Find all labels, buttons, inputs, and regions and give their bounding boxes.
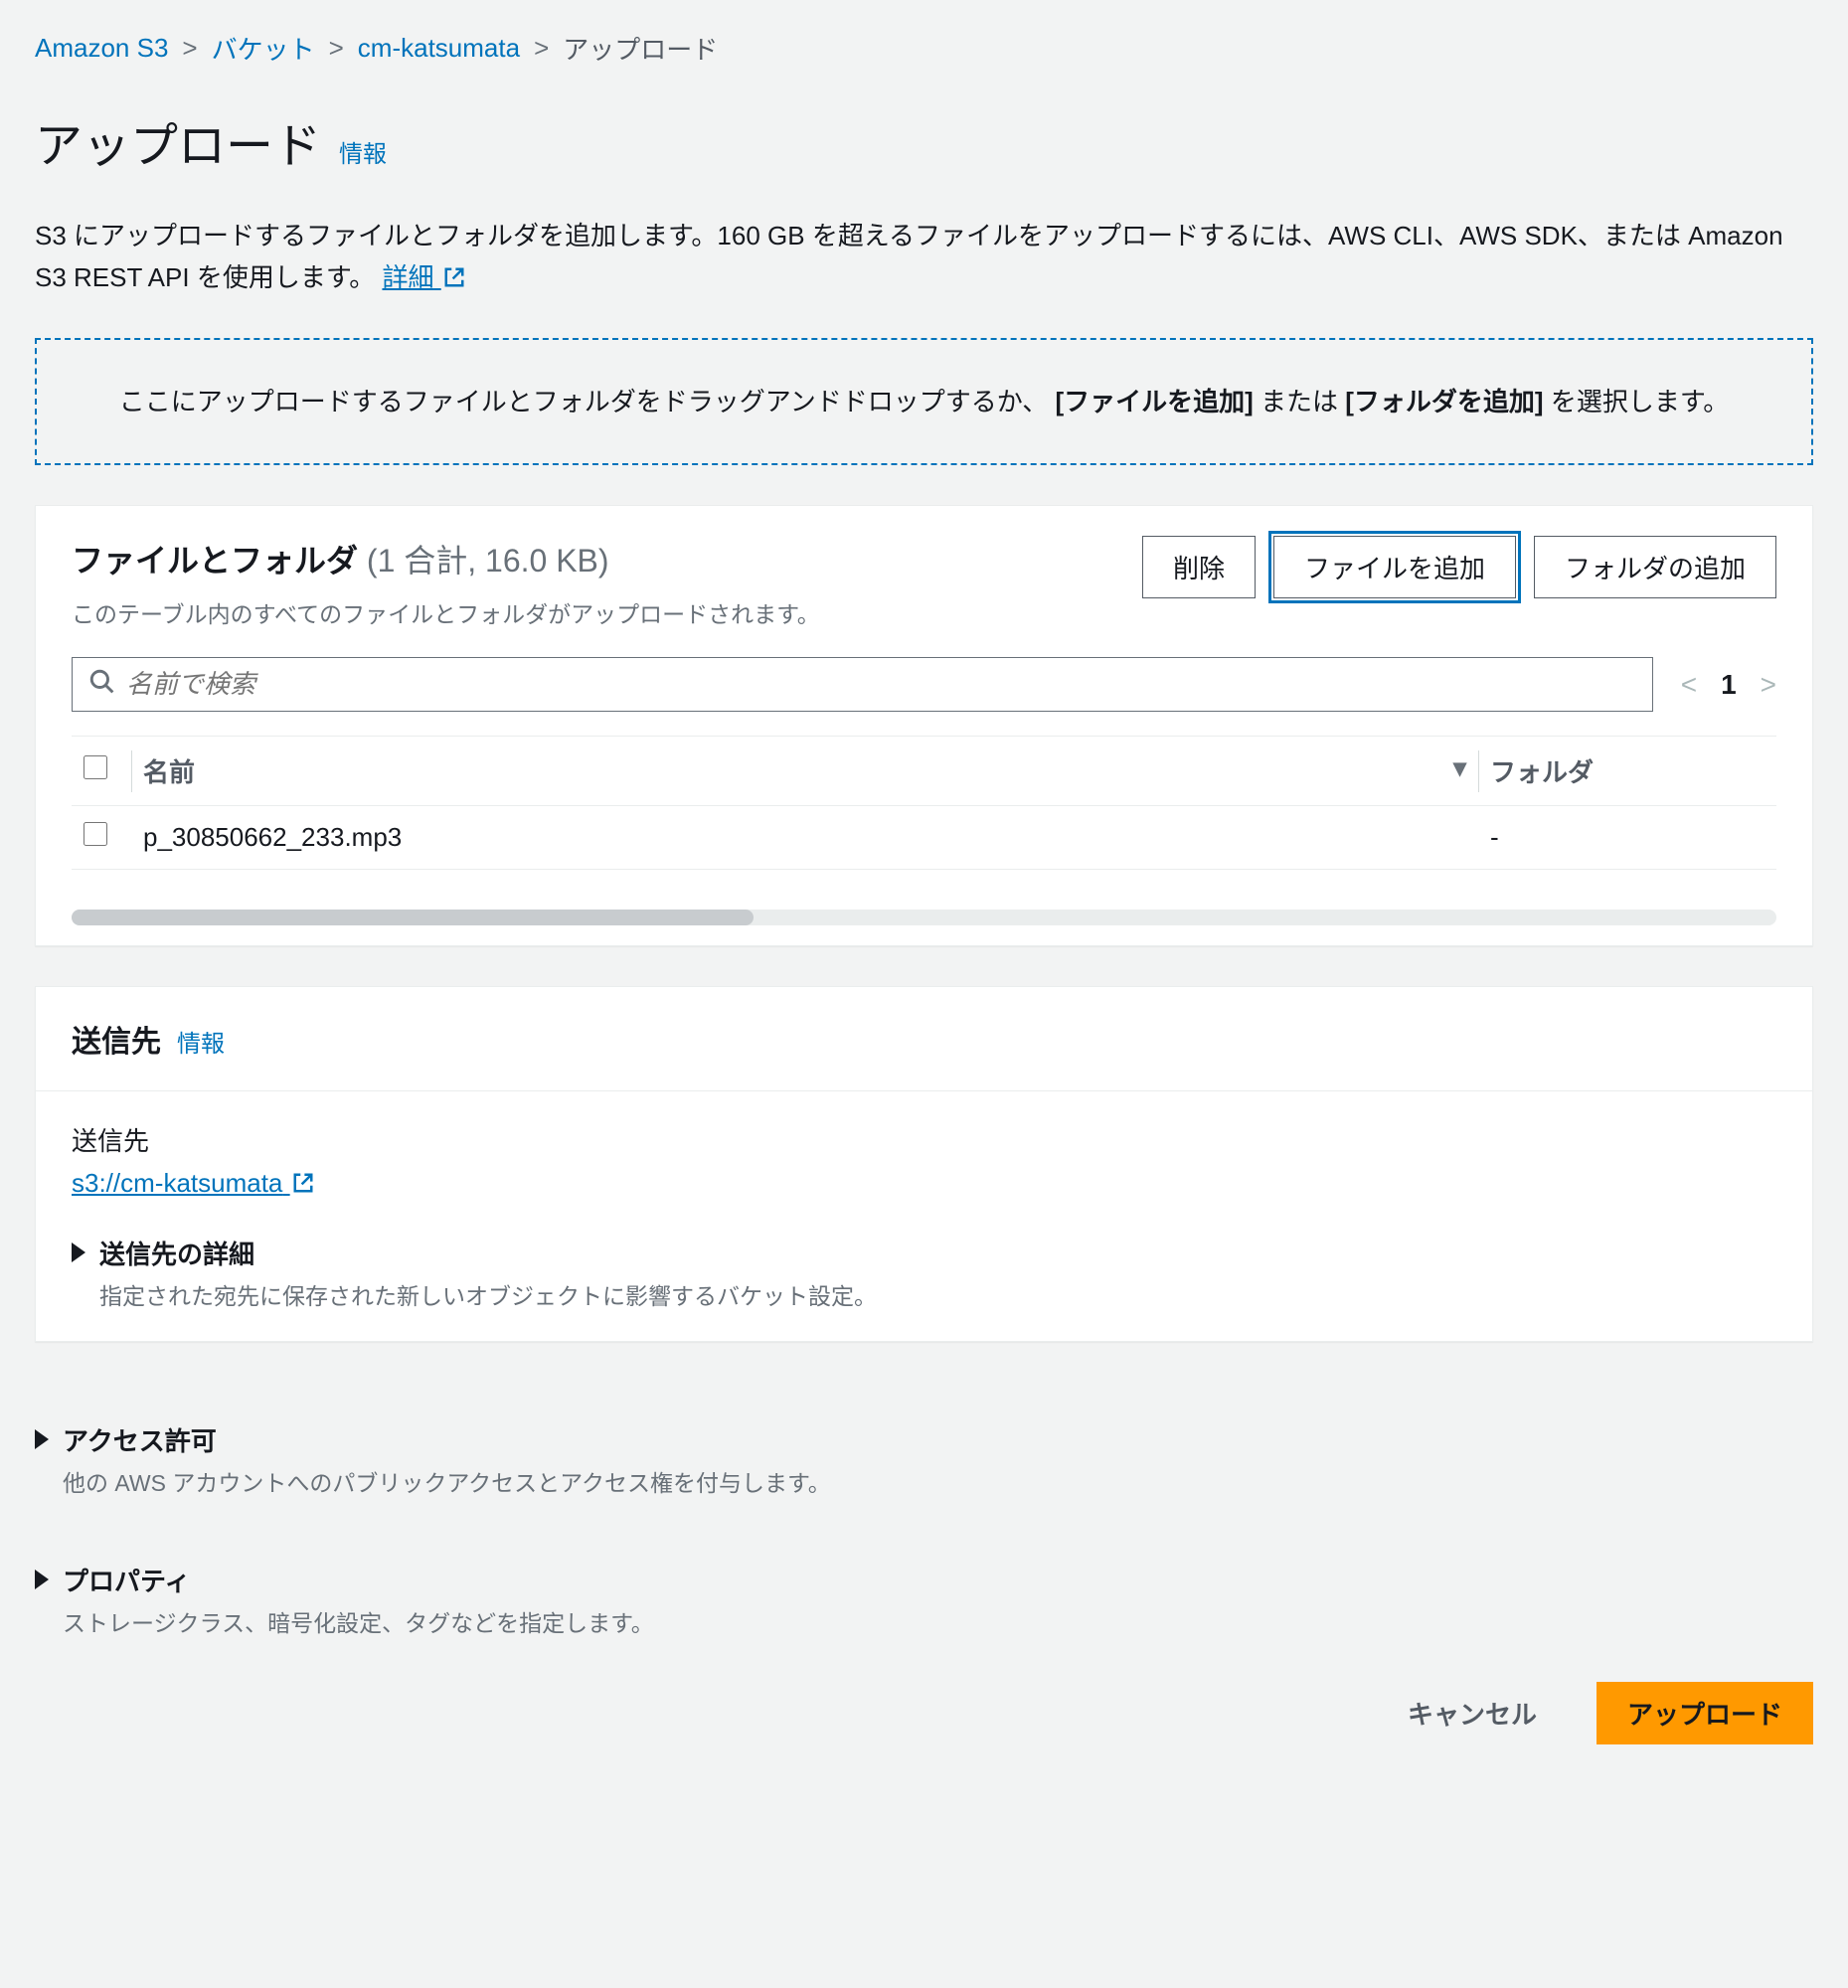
external-link-icon	[292, 1170, 314, 1192]
add-folder-button[interactable]: フォルダの追加	[1534, 536, 1776, 598]
row-name: p_30850662_233.mp3	[131, 806, 1478, 870]
breadcrumb-current: アップロード	[563, 30, 718, 67]
footer-actions: キャンセル アップロード	[35, 1682, 1813, 1744]
cancel-button[interactable]: キャンセル	[1378, 1683, 1567, 1743]
breadcrumb-link-bucket[interactable]: cm-katsumata	[358, 33, 520, 64]
pager: < 1 >	[1681, 669, 1776, 701]
horizontal-scrollbar[interactable]	[72, 910, 1776, 925]
learn-more-link[interactable]: 詳細	[382, 262, 464, 292]
table-row: p_30850662_233.mp3 -	[72, 806, 1776, 870]
page-title: アップロード	[35, 106, 321, 176]
column-name[interactable]: 名前 ▾	[131, 737, 1478, 806]
access-section: アクセス許可 他の AWS アカウントへのパブリックアクセスとアクセス権を付与し…	[35, 1382, 1813, 1502]
learn-more-label: 詳細	[382, 262, 433, 292]
files-title-text: ファイルとフォルダ	[72, 543, 358, 579]
page-number: 1	[1721, 669, 1737, 701]
next-page-icon[interactable]: >	[1761, 669, 1776, 701]
breadcrumb-link-buckets[interactable]: バケット	[212, 30, 315, 67]
destination-label: 送信先	[72, 1121, 1776, 1158]
caret-right-icon	[35, 1570, 49, 1589]
dropzone-mid: または	[1260, 387, 1345, 416]
chevron-right-icon: >	[534, 33, 549, 64]
destination-title: 送信先	[72, 1017, 161, 1061]
info-link[interactable]: 情報	[339, 134, 387, 169]
breadcrumb: Amazon S3 > バケット > cm-katsumata > アップロード	[35, 30, 1813, 67]
caret-right-icon	[35, 1429, 49, 1449]
destination-details-title: 送信先の詳細	[99, 1235, 877, 1271]
col-name-label: 名前	[143, 757, 195, 787]
files-count: (1 合計, 16.0 KB)	[367, 543, 609, 579]
row-checkbox[interactable]	[84, 822, 107, 846]
dropzone-suffix: を選択します。	[1551, 387, 1729, 416]
select-all-header	[72, 737, 131, 806]
destination-panel: 送信先 情報 送信先 s3://cm-katsumata 送信先の詳細 指定され…	[35, 986, 1813, 1342]
row-folder: -	[1478, 806, 1776, 870]
access-desc: 他の AWS アカウントへのパブリックアクセスとアクセス権を付与します。	[63, 1464, 831, 1498]
files-panel: ファイルとフォルダ (1 合計, 16.0 KB) このテーブル内のすべてのファ…	[35, 505, 1813, 946]
external-link-icon	[443, 259, 465, 281]
destination-details-desc: 指定された宛先に保存された新しいオブジェクトに影響するバケット設定。	[99, 1277, 877, 1311]
properties-title: プロパティ	[63, 1562, 654, 1598]
destination-uri: s3://cm-katsumata	[72, 1168, 282, 1198]
dropzone-bold-addfolder: [フォルダを追加]	[1345, 387, 1543, 416]
prev-page-icon[interactable]: <	[1681, 669, 1697, 701]
access-title: アクセス許可	[63, 1421, 831, 1458]
sort-icon: ▾	[1453, 752, 1466, 783]
files-table: 名前 ▾ フォルダ p_30850662_233.mp3 -	[72, 736, 1776, 870]
files-panel-title: ファイルとフォルダ (1 合計, 16.0 KB)	[72, 536, 820, 581]
delete-button[interactable]: 削除	[1142, 536, 1256, 598]
add-file-button[interactable]: ファイルを追加	[1273, 536, 1516, 598]
properties-section: プロパティ ストレージクラス、暗号化設定、タグなどを指定します。	[35, 1522, 1813, 1642]
access-toggle[interactable]: アクセス許可 他の AWS アカウントへのパブリックアクセスとアクセス権を付与し…	[35, 1421, 1813, 1498]
caret-right-icon	[72, 1242, 85, 1262]
upload-button[interactable]: アップロード	[1596, 1682, 1813, 1744]
properties-desc: ストレージクラス、暗号化設定、タグなどを指定します。	[63, 1604, 654, 1638]
column-folder[interactable]: フォルダ	[1478, 737, 1776, 806]
chevron-right-icon: >	[329, 33, 344, 64]
chevron-right-icon: >	[182, 33, 197, 64]
page-description: S3 にアップロードするファイルとフォルダを追加します。160 GB を超えるフ…	[35, 216, 1813, 298]
destination-info-link[interactable]: 情報	[177, 1024, 225, 1059]
desc-text: S3 にアップロードするファイルとフォルダを追加します。160 GB を超えるフ…	[35, 221, 1783, 292]
select-all-checkbox[interactable]	[84, 755, 107, 779]
search-icon	[88, 668, 114, 701]
dropzone-bold-addfile: [ファイルを追加]	[1055, 387, 1253, 416]
dropzone-text: ここにアップロードするファイルとフォルダをドラッグアンドドロップするか、	[119, 387, 1048, 416]
col-folder-label: フォルダ	[1490, 757, 1594, 787]
destination-uri-link[interactable]: s3://cm-katsumata	[72, 1168, 314, 1198]
scroll-thumb[interactable]	[72, 910, 754, 925]
properties-toggle[interactable]: プロパティ ストレージクラス、暗号化設定、タグなどを指定します。	[35, 1562, 1813, 1638]
search-box[interactable]	[72, 657, 1653, 712]
destination-details-toggle[interactable]: 送信先の詳細 指定された宛先に保存された新しいオブジェクトに影響するバケット設定…	[72, 1235, 1776, 1311]
files-subdesc: このテーブル内のすべてのファイルとフォルダがアップロードされます。	[72, 595, 820, 629]
breadcrumb-link-s3[interactable]: Amazon S3	[35, 33, 168, 64]
search-input[interactable]	[126, 669, 1636, 700]
dropzone[interactable]: ここにアップロードするファイルとフォルダをドラッグアンドドロップするか、 [ファ…	[35, 338, 1813, 465]
